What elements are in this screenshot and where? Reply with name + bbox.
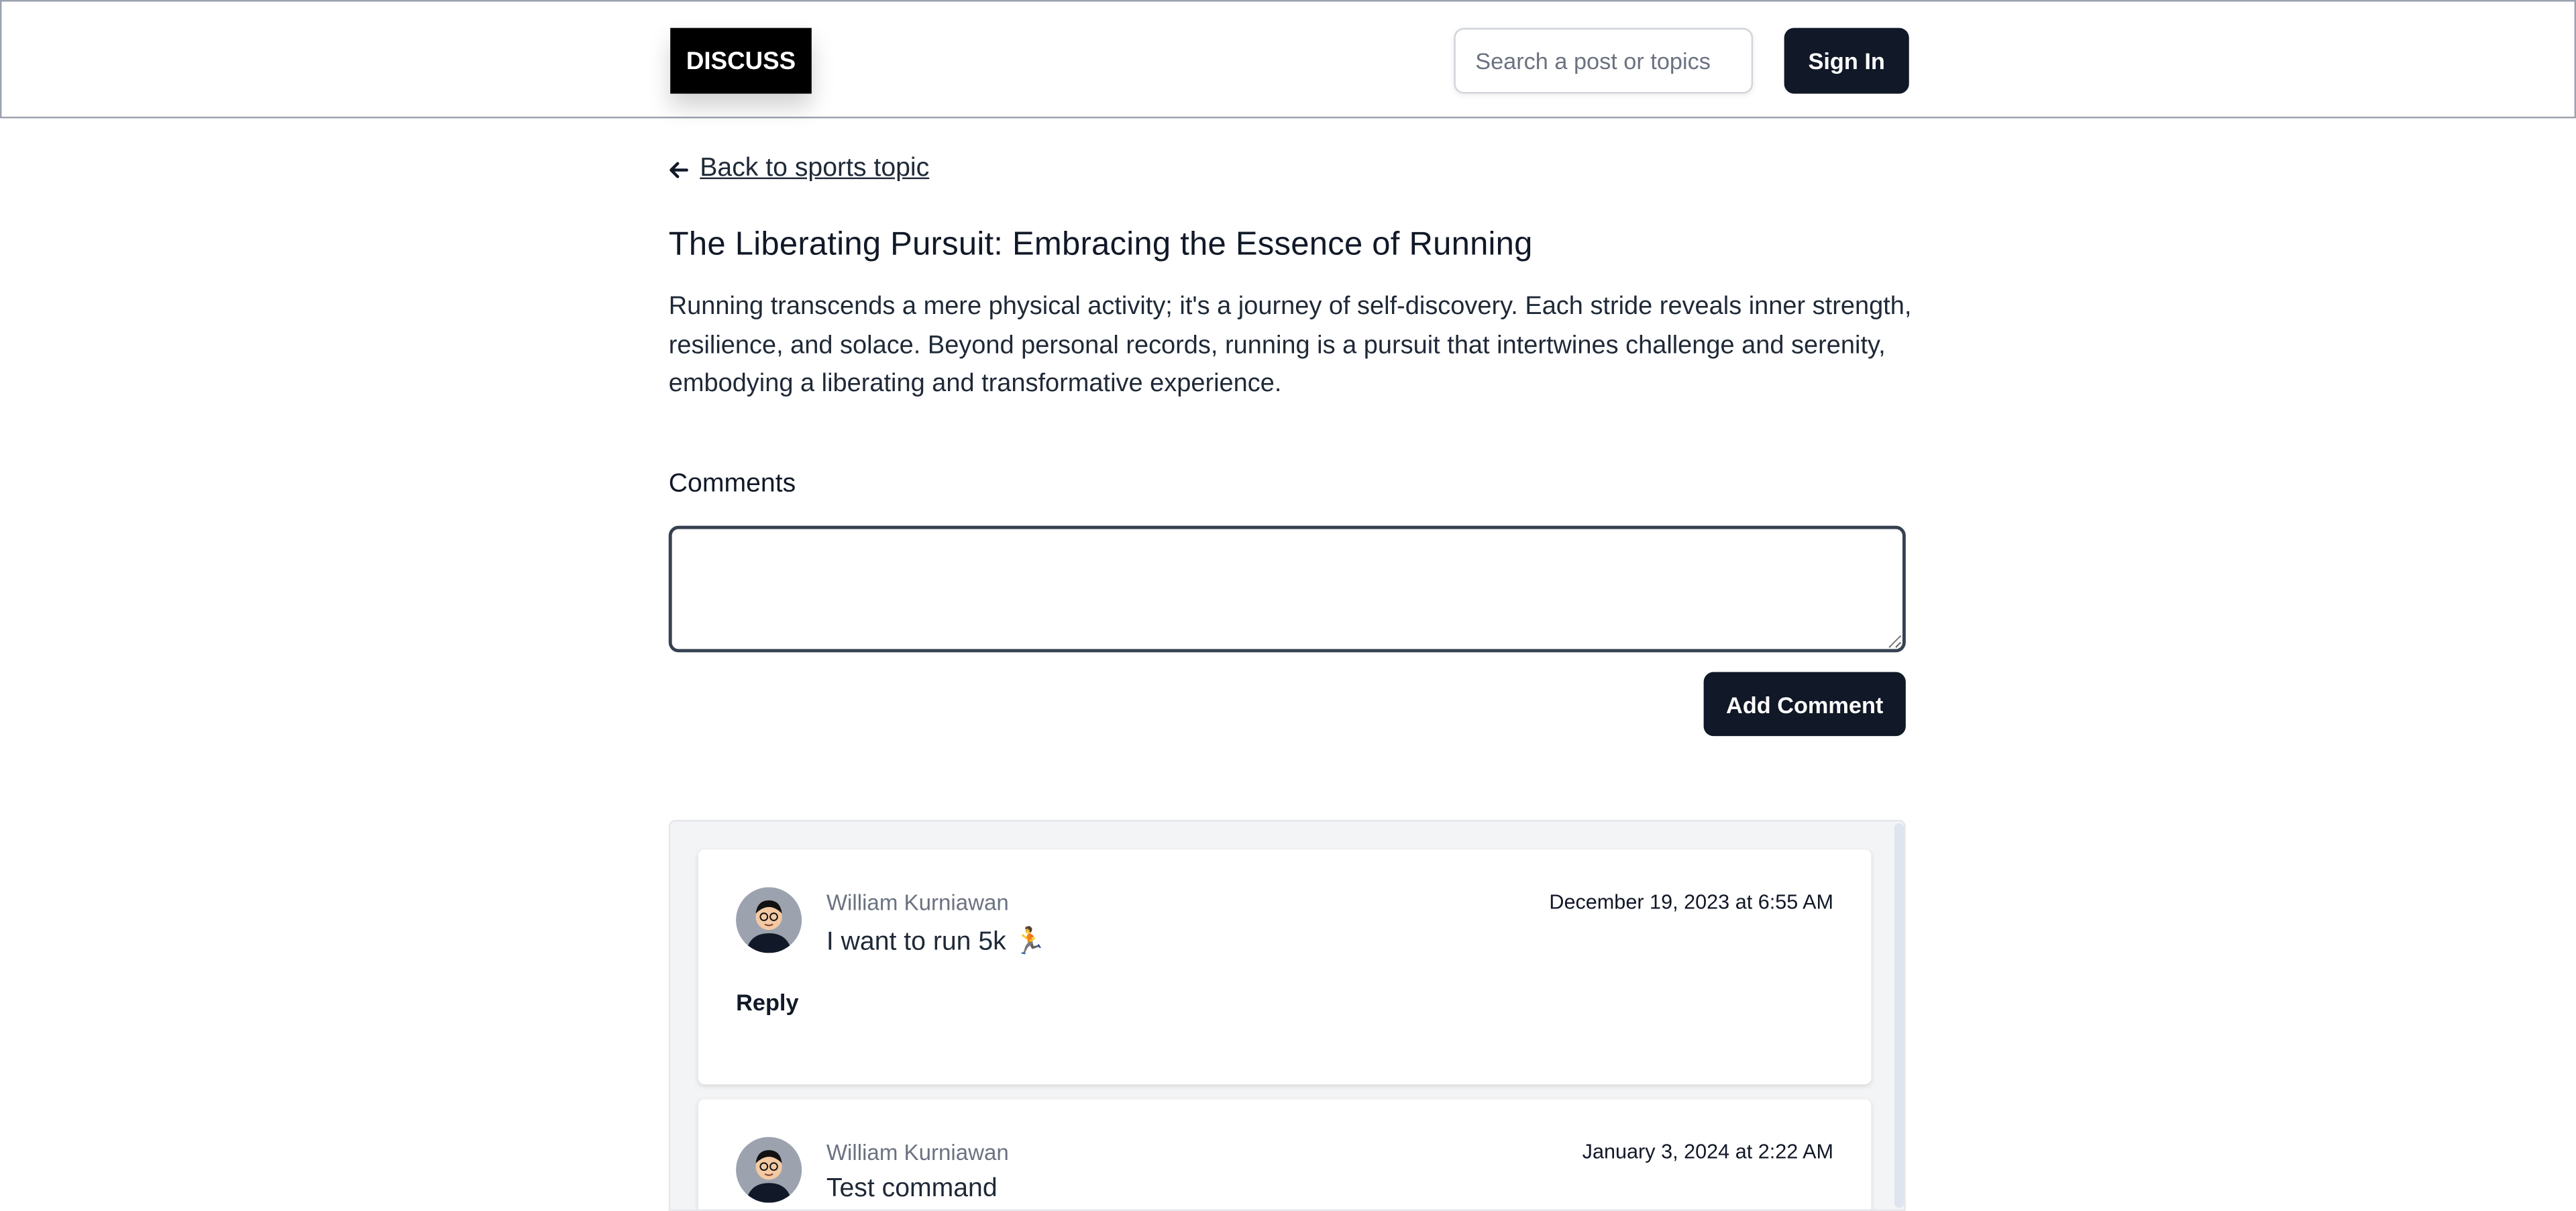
comments-heading: Comments [668,470,796,498]
sign-in-button[interactable]: Sign In [1784,28,1909,94]
comment-card: William Kurniawan January 3, 2024 at 2:2… [698,1099,1872,1210]
comments-list[interactable]: William Kurniawan December 19, 2023 at 6… [668,820,1906,1211]
back-link[interactable]: Back to sports topic [669,154,929,184]
avatar-image [736,887,802,953]
comment-card: William Kurniawan December 19, 2023 at 6… [698,849,1872,1085]
comment-date: December 19, 2023 at 6:55 AM [1549,890,1834,914]
comment-text: I want to run 5k 🏃 [826,928,1046,957]
back-link-label[interactable]: Back to sports topic [700,154,929,184]
reply-button[interactable]: Reply [736,989,798,1015]
post-title: The Liberating Pursuit: Embracing the Es… [668,226,1533,263]
comment-date: January 3, 2024 at 2:22 AM [1582,1140,1834,1163]
arrow-left-icon [669,161,688,178]
comments-scrollbar[interactable] [1894,823,1904,1208]
comment-author: William Kurniawan [826,890,1009,916]
comment-text: Test command [826,1175,998,1203]
search-input[interactable] [1454,28,1754,94]
user-avatar[interactable] [736,887,802,953]
avatar-image [736,1137,802,1203]
comment-author: William Kurniawan [826,1140,1009,1165]
top-navbar: DISCUSS Sign In [0,0,2576,119]
comment-textarea[interactable] [668,525,1906,653]
user-avatar[interactable] [736,1137,802,1203]
discuss-logo[interactable]: DISCUSS [670,28,812,94]
post-body: Running transcends a mere physical activ… [668,292,1912,398]
add-comment-button[interactable]: Add Comment [1703,672,1906,737]
